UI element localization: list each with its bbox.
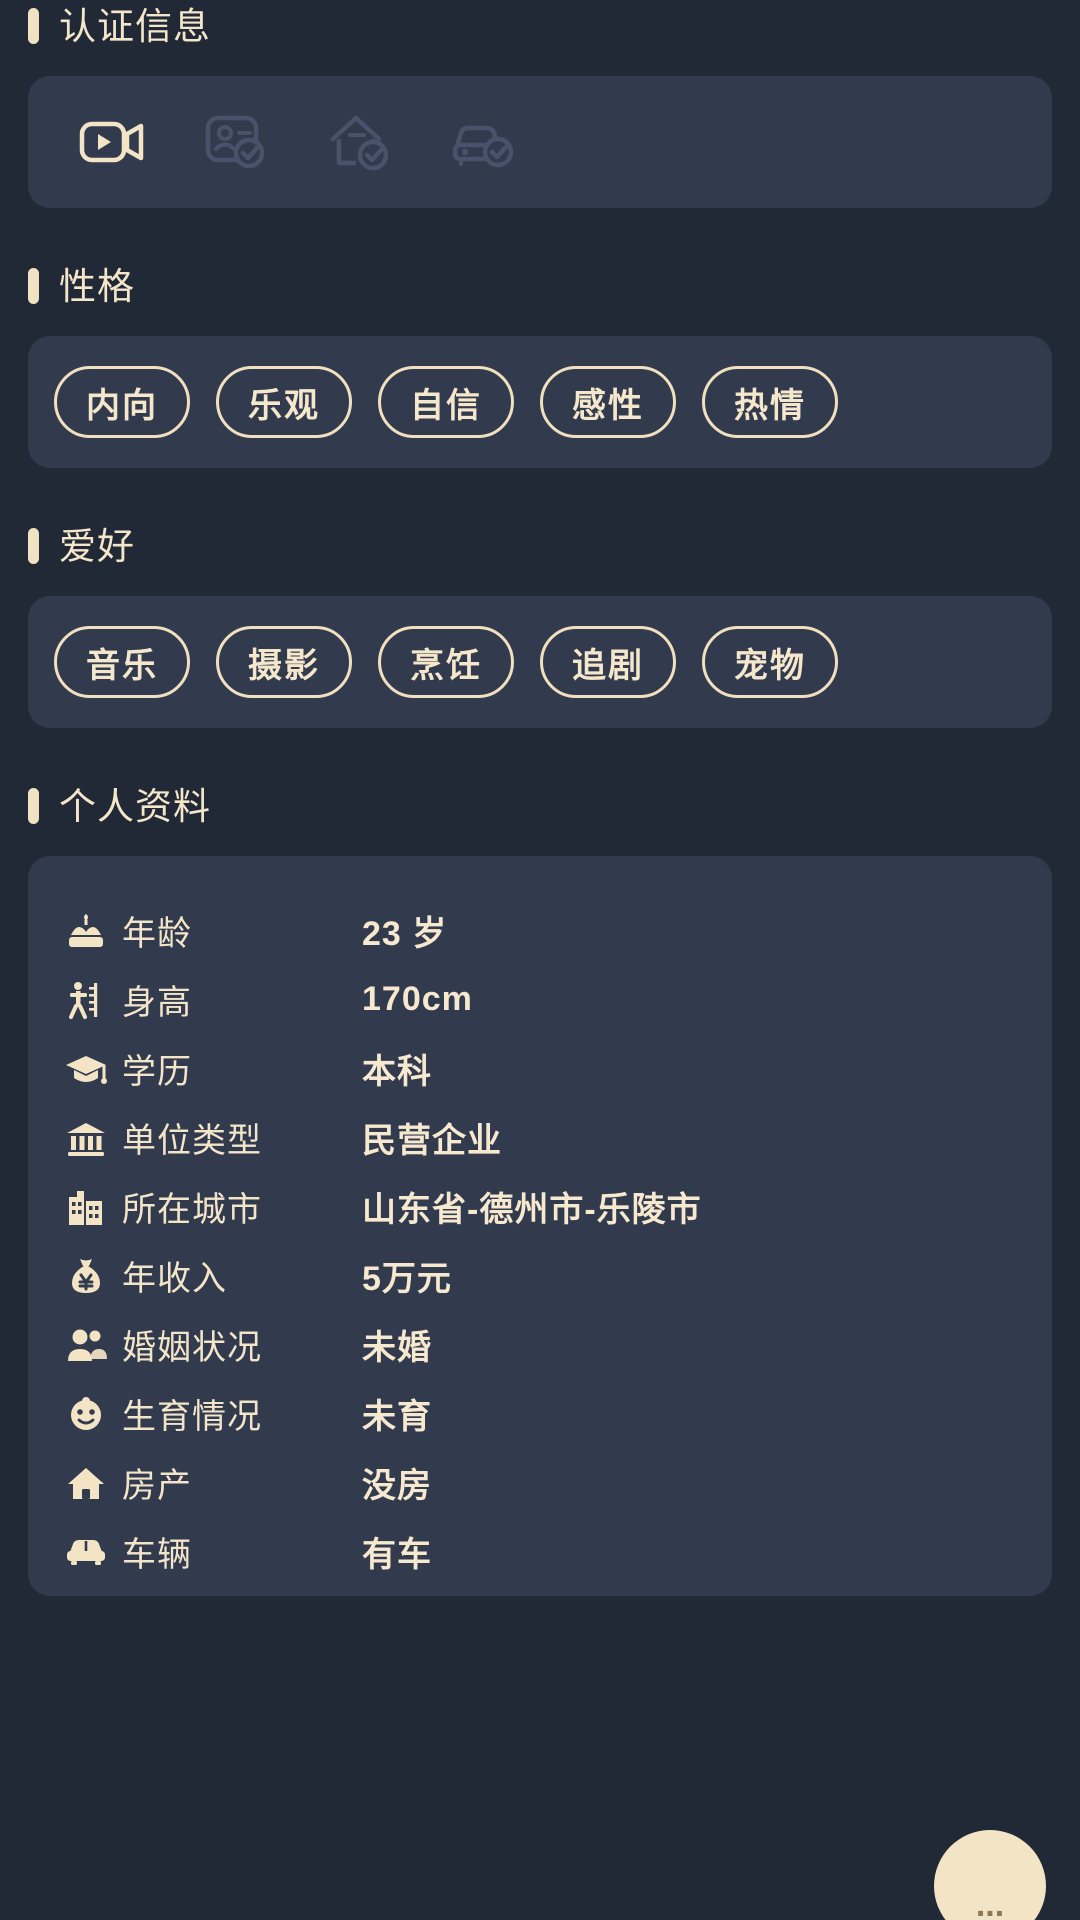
verify-badge-identity[interactable] (200, 111, 272, 173)
profile-label: 所在城市 (122, 1191, 262, 1229)
profile-label: 年收入 (122, 1260, 227, 1298)
profile-row-height: 身高 170cm (28, 965, 1052, 1034)
section-accent-bar (28, 788, 39, 824)
height-ruler-icon (60, 979, 112, 1021)
profile-value: 本科 (362, 1053, 432, 1091)
id-card-verified-icon (205, 114, 267, 170)
couple-icon (60, 1326, 112, 1364)
personality-tag[interactable]: 热情 (702, 366, 838, 438)
personality-tag-row: 内向 乐观 自信 感性 热情 (28, 366, 1052, 438)
personality-tag[interactable]: 感性 (540, 366, 676, 438)
profile-row-property: 房产 没房 (28, 1448, 1052, 1517)
profile-label: 身高 (122, 984, 192, 1022)
hobby-tag-row: 音乐 摄影 烹饪 追剧 宠物 (28, 626, 1052, 698)
hobby-tag[interactable]: 音乐 (54, 626, 190, 698)
section-header-hobbies: 爱好 (28, 520, 1052, 572)
graduation-cap-icon (60, 1050, 112, 1088)
profile-value: 山东省-德州市-乐陵市 (362, 1191, 702, 1229)
profile-info-card: 年龄 23 岁 身高 170cm 学历 本科 单位类型 民营企业 所在城市 山东… (28, 856, 1052, 1596)
verify-badge-video[interactable] (76, 111, 148, 173)
profile-row-childbirth: 生育情况 未育 (28, 1379, 1052, 1448)
hobby-tag[interactable]: 宠物 (702, 626, 838, 698)
hobby-tag[interactable]: 摄影 (216, 626, 352, 698)
home-icon (60, 1464, 112, 1502)
video-camera-icon (79, 116, 145, 168)
profile-label: 年龄 (122, 915, 192, 953)
profile-row-vehicle: 车辆 有车 (28, 1517, 1052, 1586)
section-accent-bar (28, 528, 39, 564)
verify-badge-house[interactable] (324, 111, 396, 173)
profile-row-age: 年龄 23 岁 (28, 896, 1052, 965)
profile-value: 有车 (362, 1536, 432, 1574)
profile-row-marital-status: 婚姻状况 未婚 (28, 1310, 1052, 1379)
city-buildings-icon (60, 1187, 112, 1227)
section-title-hobbies: 爱好 (59, 525, 135, 567)
profile-value: 未育 (362, 1398, 432, 1436)
floating-action-button-label: ... (975, 1886, 1005, 1920)
section-title-verification: 认证信息 (59, 5, 211, 47)
car-icon (60, 1536, 112, 1568)
hobbies-card: 音乐 摄影 烹饪 追剧 宠物 (28, 596, 1052, 728)
section-title-profile: 个人资料 (59, 785, 211, 827)
profile-label: 单位类型 (122, 1122, 262, 1160)
house-verified-icon (328, 113, 392, 171)
profile-label: 学历 (122, 1053, 192, 1091)
profile-value: 170cm (362, 980, 473, 1018)
profile-row-income: 年收入 5万元 (28, 1241, 1052, 1310)
section-accent-bar (28, 8, 39, 44)
profile-row-city: 所在城市 山东省-德州市-乐陵市 (28, 1172, 1052, 1241)
section-header-profile: 个人资料 (28, 780, 1052, 832)
personality-card: 内向 乐观 自信 感性 热情 (28, 336, 1052, 468)
profile-detail-screen: 认证信息 性格 内向 乐观 自信 感性 热情 爱好 音乐 摄影 烹饪 追剧 宠物… (0, 0, 1080, 1920)
verify-badge-car[interactable] (448, 111, 520, 173)
profile-value: 没房 (362, 1467, 432, 1505)
section-accent-bar (28, 268, 39, 304)
car-verified-icon (451, 115, 517, 169)
profile-label: 车辆 (122, 1536, 192, 1574)
floating-action-button[interactable]: ... (934, 1830, 1046, 1920)
personality-tag[interactable]: 自信 (378, 366, 514, 438)
hobby-tag[interactable]: 追剧 (540, 626, 676, 698)
profile-value: 未婚 (362, 1329, 432, 1367)
bank-building-icon (60, 1119, 112, 1157)
profile-value: 民营企业 (362, 1122, 502, 1160)
profile-row-employer-type: 单位类型 民营企业 (28, 1103, 1052, 1172)
personality-tag[interactable]: 乐观 (216, 366, 352, 438)
section-title-personality: 性格 (59, 265, 135, 307)
profile-row-education: 学历 本科 (28, 1034, 1052, 1103)
profile-label: 生育情况 (122, 1398, 262, 1436)
profile-value: 5万元 (362, 1260, 452, 1298)
birthday-cake-icon (60, 911, 112, 951)
baby-face-icon (60, 1394, 112, 1434)
money-bag-icon (60, 1256, 112, 1296)
section-header-personality: 性格 (28, 260, 1052, 312)
personality-tag[interactable]: 内向 (54, 366, 190, 438)
section-header-verification: 认证信息 (28, 0, 1052, 52)
profile-value: 23 岁 (362, 915, 448, 953)
profile-label: 房产 (122, 1467, 192, 1505)
verification-card (28, 76, 1052, 208)
hobby-tag[interactable]: 烹饪 (378, 626, 514, 698)
profile-label: 婚姻状况 (122, 1329, 262, 1367)
